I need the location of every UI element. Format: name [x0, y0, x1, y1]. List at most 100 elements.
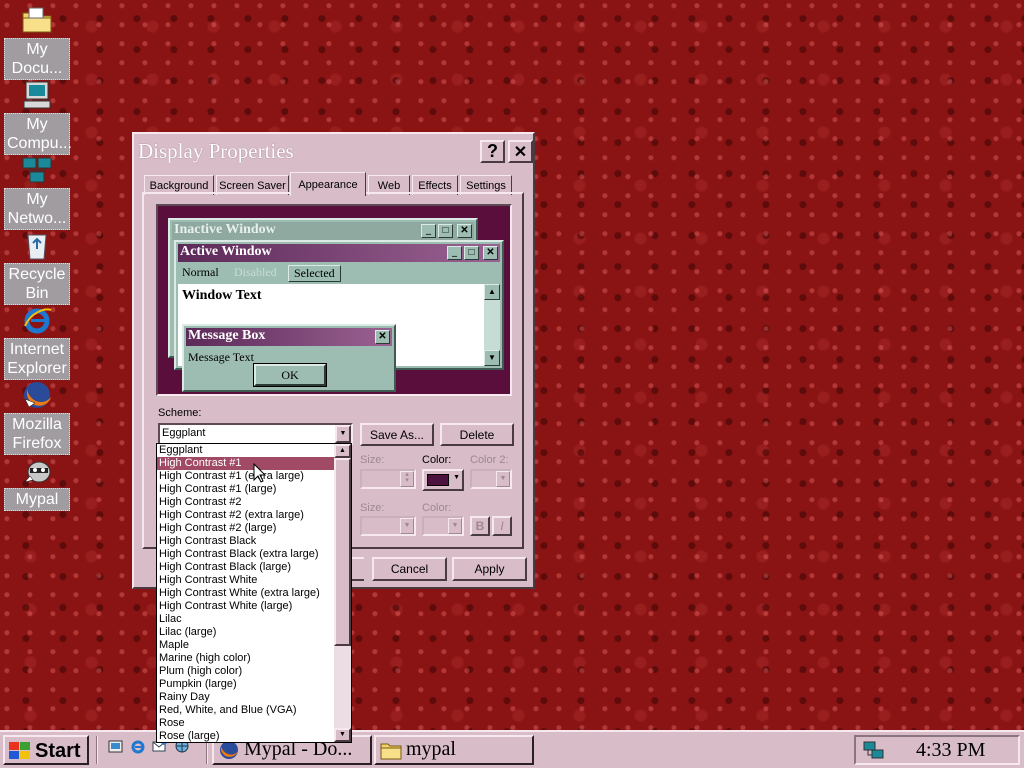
color-swatch: [427, 474, 449, 486]
preview-scrollbar[interactable]: ▲ ▼: [484, 284, 500, 366]
preview-inactive-title: Inactive Window: [174, 222, 276, 237]
desktop-icon-my-network[interactable]: My Netwo...: [4, 154, 70, 230]
spinner-icon: ▴ ▾: [400, 471, 414, 487]
desktop-icon-label: Mozilla Firefox: [4, 413, 70, 455]
scheme-option[interactable]: High Contrast #1 (large): [157, 483, 335, 496]
taskbar: Start Mypal - Do... mypal 4:33 PM: [0, 730, 1024, 768]
close-icon: ✕: [483, 246, 498, 260]
clock[interactable]: 4:33 PM: [916, 739, 985, 762]
desktop-icon-mypal[interactable]: Mypal: [4, 454, 70, 511]
chevron-down-icon[interactable]: ▼: [335, 425, 351, 443]
internet-explorer-icon[interactable]: [130, 738, 146, 754]
scroll-down-arrow-icon: ▼: [484, 350, 500, 366]
scroll-thumb[interactable]: [334, 458, 351, 646]
mypal-icon: [21, 454, 53, 486]
desktop-icon-recycle-bin[interactable]: Recycle Bin: [4, 229, 70, 305]
font-color-picker-button[interactable]: ▼: [422, 516, 464, 536]
italic-button[interactable]: I: [492, 516, 512, 536]
close-button[interactable]: ✕: [508, 140, 533, 163]
dialog-title-bar[interactable]: Display Properties ? ✕: [136, 136, 533, 166]
scheme-option[interactable]: High Contrast #1: [157, 457, 335, 470]
start-button[interactable]: Start: [3, 735, 89, 765]
desktop-icon-mozilla-firefox[interactable]: Mozilla Firefox: [4, 379, 70, 455]
recycle-bin-icon: [21, 229, 53, 261]
scheme-option[interactable]: Rainy Day: [157, 691, 335, 704]
font-size-select[interactable]: ▼: [360, 516, 416, 536]
font-color-label: Color:: [422, 502, 452, 514]
firefox-icon: [21, 379, 53, 411]
scheme-select[interactable]: Eggplant ▼: [158, 423, 353, 445]
scheme-option[interactable]: High Contrast #2 (extra large): [157, 509, 335, 522]
color-picker-button[interactable]: ▼: [422, 469, 464, 491]
scheme-preview[interactable]: Inactive Window _ □ ✕ Active Window _ □ …: [156, 204, 512, 396]
desktop-icon-label: Recycle Bin: [4, 263, 70, 305]
desktop-icon-label: Mypal: [4, 488, 70, 511]
scheme-option[interactable]: High Contrast #2 (large): [157, 522, 335, 535]
scheme-option[interactable]: Pumpkin (large): [157, 678, 335, 691]
preview-ok-button[interactable]: OK: [253, 363, 327, 387]
preview-menu-selected[interactable]: Selected: [288, 265, 341, 282]
apply-button[interactable]: Apply: [452, 557, 527, 581]
bold-button[interactable]: B: [470, 516, 490, 536]
preview-message-title: Message Box: [188, 328, 266, 343]
preview-window-text[interactable]: Window Text: [182, 288, 262, 304]
show-desktop-icon[interactable]: [108, 738, 124, 754]
color-label: Color:: [422, 454, 452, 466]
mouse-pointer-icon: [253, 463, 267, 483]
close-icon: ✕: [513, 143, 528, 161]
delete-button[interactable]: Delete: [440, 423, 514, 446]
color2-picker-button[interactable]: ▼: [470, 469, 512, 489]
preview-menu-normal[interactable]: Normal: [182, 265, 219, 280]
scheme-option[interactable]: Rose (large): [157, 730, 335, 742]
maximize-icon: □: [464, 246, 479, 260]
tab-appearance[interactable]: Appearance: [290, 172, 366, 196]
internet-explorer-icon: [21, 304, 53, 336]
windows-logo-icon: [9, 742, 31, 760]
scheme-option[interactable]: Marine (high color): [157, 652, 335, 665]
chevron-down-icon: ▼: [496, 471, 510, 487]
folder-icon: [380, 740, 402, 760]
preview-message-text: Message Text: [188, 350, 254, 364]
scheme-option[interactable]: High Contrast White (extra large): [157, 587, 335, 600]
scroll-down-arrow-icon[interactable]: ▼: [334, 728, 351, 742]
scheme-option[interactable]: High Contrast #1 (extra large): [157, 470, 335, 483]
close-icon: ✕: [375, 330, 390, 344]
preview-menu-disabled[interactable]: Disabled: [234, 265, 277, 280]
desktop-icon-label: Internet Explorer: [4, 338, 70, 380]
network-status-icon[interactable]: [862, 740, 886, 762]
scheme-option[interactable]: Eggplant: [157, 444, 335, 457]
desktop-icon-label: My Compu...: [4, 113, 72, 155]
scheme-option[interactable]: High Contrast #2: [157, 496, 335, 509]
preview-inactive-title-bar: Inactive Window _ □ ✕: [172, 222, 474, 240]
save-as-button[interactable]: Save As...: [360, 423, 434, 446]
scheme-option[interactable]: Lilac (large): [157, 626, 335, 639]
scheme-option[interactable]: High Contrast White: [157, 574, 335, 587]
preview-active-title: Active Window: [180, 244, 272, 259]
scheme-option[interactable]: High Contrast Black (large): [157, 561, 335, 574]
scheme-option[interactable]: High Contrast Black (extra large): [157, 548, 335, 561]
desktop-icon-internet-explorer[interactable]: Internet Explorer: [4, 304, 70, 380]
size-spinner[interactable]: ▴ ▾: [360, 469, 416, 489]
folder-icon: [21, 4, 53, 36]
desktop-icon-my-documents[interactable]: My Docu...: [4, 4, 70, 80]
scheme-dropdown-list[interactable]: Eggplant High Contrast #1 High Contrast #1…: [156, 443, 352, 743]
minimize-icon: _: [421, 224, 436, 238]
desktop-icon-my-computer[interactable]: My Compu...: [4, 79, 72, 155]
scheme-option[interactable]: High Contrast White (large): [157, 600, 335, 613]
size-label: Size:: [360, 454, 385, 466]
scheme-option[interactable]: Maple: [157, 639, 335, 652]
scheme-option[interactable]: Red, White, and Blue (VGA): [157, 704, 335, 717]
scheme-option[interactable]: Rose: [157, 717, 335, 730]
scheme-option[interactable]: High Contrast Black: [157, 535, 335, 548]
preview-menu-bar: Normal Disabled Selected: [178, 264, 378, 282]
scheme-option[interactable]: Plum (high color): [157, 665, 335, 678]
help-button[interactable]: ?: [480, 140, 505, 163]
cancel-button[interactable]: Cancel: [372, 557, 447, 581]
taskbar-task-mypal-folder[interactable]: mypal: [374, 735, 534, 765]
dropdown-scrollbar[interactable]: ▲ ▼: [334, 444, 351, 742]
scheme-option[interactable]: Lilac: [157, 613, 335, 626]
dialog-title: Display Properties: [138, 139, 294, 163]
scroll-up-arrow-icon[interactable]: ▲: [334, 444, 351, 458]
preview-message-box[interactable]: Message Box ✕ Message Text OK: [182, 324, 396, 392]
chevron-down-icon: ▼: [453, 474, 460, 481]
